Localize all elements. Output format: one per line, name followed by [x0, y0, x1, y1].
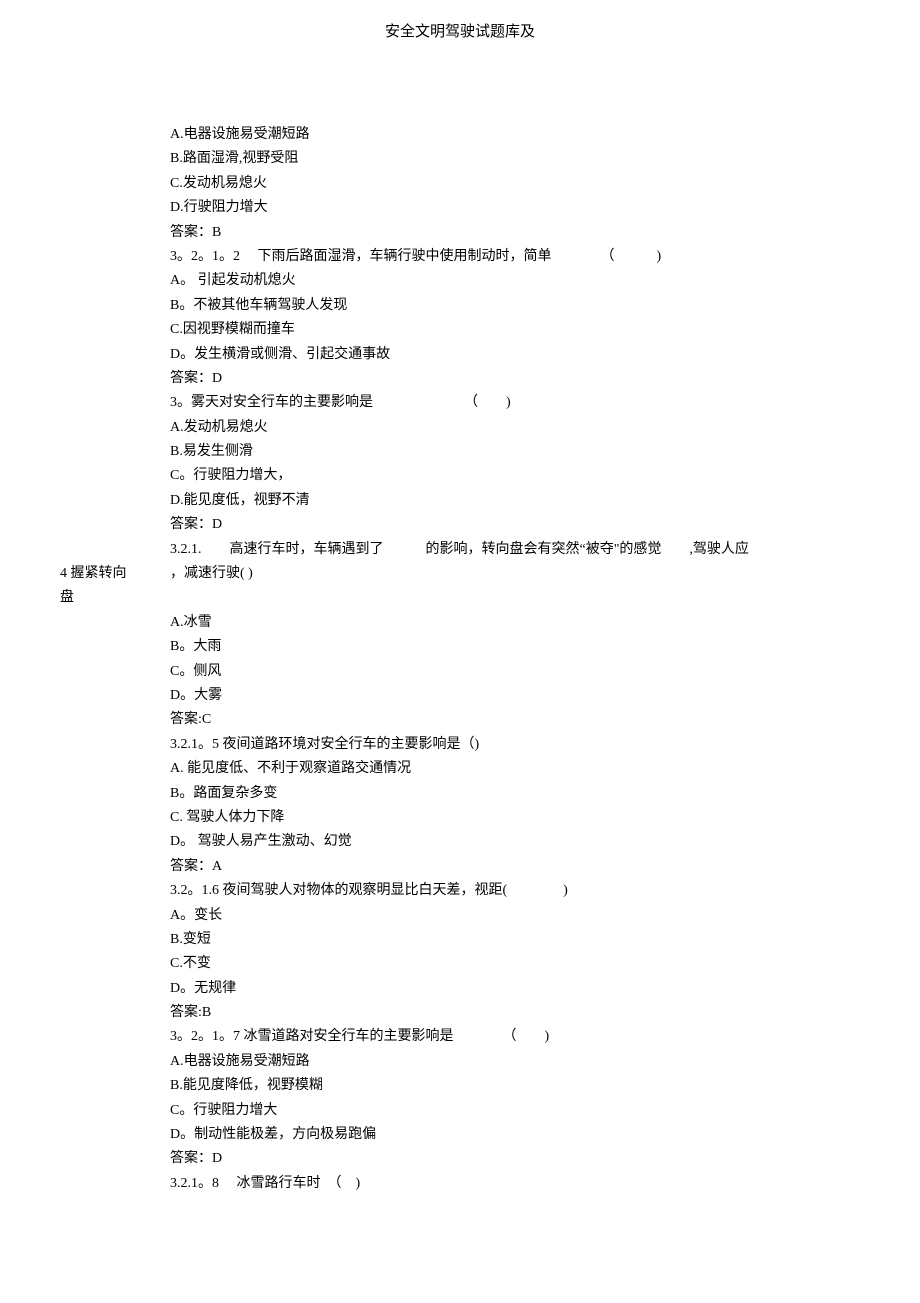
text-line: D。大雾 [170, 685, 860, 707]
text-line: 答案：A [170, 856, 860, 878]
text-line: 答案：B [170, 222, 860, 244]
line-text: 3.2.1。8 冰雪路行车时 （ ) [170, 1176, 360, 1191]
text-line: C。行驶阻力增大， [170, 465, 860, 487]
page-title: 安全文明驾驶试题库及 [60, 20, 860, 44]
line-text: A.发动机易熄火 [170, 420, 268, 435]
text-line: 答案：D [170, 1148, 860, 1170]
text-line: B.路面湿滑,视野受阻 [170, 148, 860, 170]
line-text: D。制动性能极差，方向极易跑偏 [170, 1127, 376, 1142]
line-text: 答案：B [170, 225, 221, 240]
text-line: D。无规律 [170, 978, 860, 1000]
line-text: D。大雾 [170, 688, 222, 703]
line-text: B.易发生侧滑 [170, 444, 253, 459]
text-line: 答案：D [170, 368, 860, 390]
line-text: 答案:C [170, 712, 211, 727]
line-text: A。变长 [170, 908, 222, 923]
text-line: 3。2。1。2 下雨后路面湿滑，车辆行驶中使用制动时，简单 （ ) [170, 246, 860, 268]
line-text: 3。2。1。2 下雨后路面湿滑，车辆行驶中使用制动时，简单 （ ) [170, 249, 661, 264]
hanging-left-text: 盘 [60, 587, 170, 609]
line-text: C.发动机易熄火 [170, 176, 267, 191]
text-line: C。行驶阻力增大 [170, 1100, 860, 1122]
text-line: B.能见度降低，视野模糊 [170, 1075, 860, 1097]
line-text: C.因视野模糊而撞车 [170, 322, 295, 337]
line-text: B.变短 [170, 932, 211, 947]
line-text: 3。雾天对安全行车的主要影响是 （ ) [170, 395, 511, 410]
line-text: D。发生横滑或侧滑、引起交通事故 [170, 347, 390, 362]
text-line: B.易发生侧滑 [170, 441, 860, 463]
text-line: C。侧风 [170, 661, 860, 683]
line-text: B.路面湿滑,视野受阻 [170, 151, 298, 166]
text-line: C.不变 [170, 953, 860, 975]
line-text: C。行驶阻力增大 [170, 1103, 277, 1118]
text-line: D.行驶阻力增大 [170, 197, 860, 219]
line-text: 答案：A [170, 859, 222, 874]
line-text: B。不被其他车辆驾驶人发现 [170, 298, 347, 313]
text-line: 3.2.1. 高速行车时，车辆遇到了 的影响，转向盘会有突然“被夺"的感觉 ,驾… [170, 539, 860, 561]
line-text: A.电器设施易受潮短路 [170, 127, 310, 142]
document-body: A.电器设施易受潮短路 B.路面湿滑,视野受阻 C.发动机易熄火 D.行驶阻力增大答案… [60, 124, 860, 1195]
line-text: 答案：D [170, 517, 222, 532]
text-line: A。变长 [170, 905, 860, 927]
line-text: A。 引起发动机熄火 [170, 273, 296, 288]
line-text: D。无规律 [170, 981, 236, 996]
text-line: 答案:C [170, 709, 860, 731]
text-line: A。 引起发动机熄火 [170, 270, 860, 292]
line-text: D。 驾驶人易产生激动、幻觉 [170, 834, 352, 849]
line-text: 3.2。1.6 夜间驾驶人对物体的观察明显比白天差，视距( ) [170, 883, 568, 898]
text-line: D.能见度低，视野不清 [170, 490, 860, 512]
line-text [170, 590, 174, 605]
text-line: 3。2。1。7 冰雪道路对安全行车的主要影响是 （ ) [170, 1026, 860, 1048]
text-line: B。大雨 [170, 636, 860, 658]
text-line: A. 能见度低、不利于观察道路交通情况 [170, 758, 860, 780]
line-text: C。侧风 [170, 664, 221, 679]
line-text: A. 能见度低、不利于观察道路交通情况 [170, 761, 411, 776]
line-text: B。大雨 [170, 639, 221, 654]
line-text: C.不变 [170, 956, 211, 971]
line-text: C. 驾驶人体力下降 [170, 810, 284, 825]
text-line: 3.2.1。5 夜间道路环境对安全行车的主要影响是（) [170, 734, 860, 756]
text-line: A.电器设施易受潮短路 [170, 124, 860, 146]
text-line: C.发动机易熄火 [170, 173, 860, 195]
line-text: A.电器设施易受潮短路 [170, 1054, 310, 1069]
text-line: 4 握紧转向，减速行驶( ) [170, 563, 860, 585]
line-text: 3。2。1。7 冰雪道路对安全行车的主要影响是 （ ) [170, 1029, 549, 1044]
text-line: 3.2。1.6 夜间驾驶人对物体的观察明显比白天差，视距( ) [170, 880, 860, 902]
line-text: C。行驶阻力增大， [170, 468, 291, 483]
line-text: 3.2.1。5 夜间道路环境对安全行车的主要影响是（) [170, 737, 479, 752]
line-text: D.能见度低，视野不清 [170, 493, 310, 508]
line-text: A.冰雪 [170, 615, 212, 630]
text-line: A.发动机易熄火 [170, 417, 860, 439]
text-line: 答案：D [170, 514, 860, 536]
text-line: C. 驾驶人体力下降 [170, 807, 860, 829]
text-line: D。制动性能极差，方向极易跑偏 [170, 1124, 860, 1146]
text-line: D。发生横滑或侧滑、引起交通事故 [170, 344, 860, 366]
text-line: A.冰雪 [170, 612, 860, 634]
line-text: 答案：D [170, 371, 222, 386]
text-line: B。路面复杂多变 [170, 783, 860, 805]
line-text: B.能见度降低，视野模糊 [170, 1078, 323, 1093]
text-line: A.电器设施易受潮短路 [170, 1051, 860, 1073]
text-line: 盘 [170, 587, 860, 609]
hanging-left-text: 4 握紧转向 [60, 563, 170, 585]
text-line: D。 驾驶人易产生激动、幻觉 [170, 831, 860, 853]
line-text: B。路面复杂多变 [170, 786, 277, 801]
line-text: 3.2.1. 高速行车时，车辆遇到了 的影响，转向盘会有突然“被夺"的感觉 ,驾… [170, 542, 749, 557]
text-line: C.因视野模糊而撞车 [170, 319, 860, 341]
line-text: D.行驶阻力增大 [170, 200, 268, 215]
line-text: 答案：D [170, 1151, 222, 1166]
text-line: B。不被其他车辆驾驶人发现 [170, 295, 860, 317]
text-line: 3.2.1。8 冰雪路行车时 （ ) [170, 1173, 860, 1195]
text-line: 3。雾天对安全行车的主要影响是 （ ) [170, 392, 860, 414]
text-line: B.变短 [170, 929, 860, 951]
line-text: 答案:B [170, 1005, 211, 1020]
text-line: 答案:B [170, 1002, 860, 1024]
line-text: ，减速行驶( ) [170, 566, 253, 581]
